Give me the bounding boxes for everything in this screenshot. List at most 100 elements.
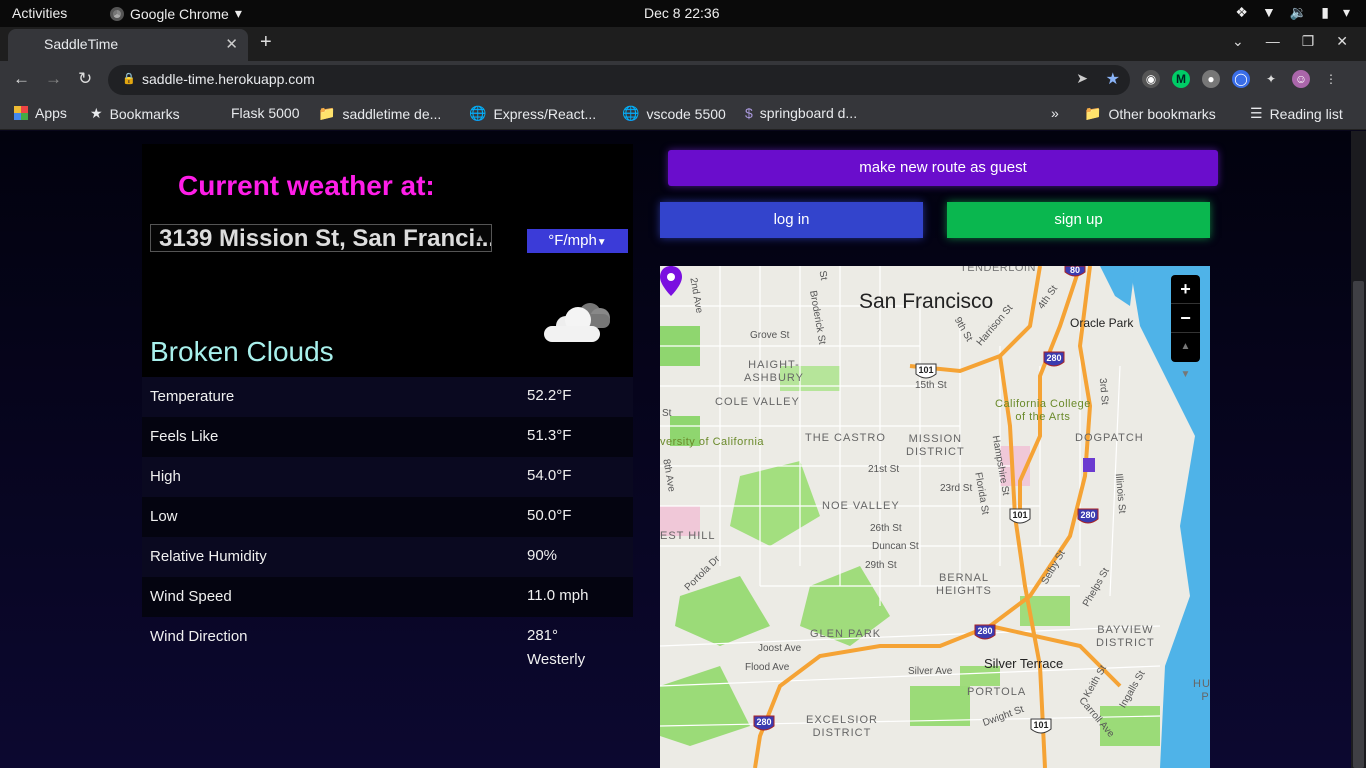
signup-button[interactable]: sign up bbox=[947, 202, 1210, 238]
street-label: 29th St bbox=[865, 560, 897, 571]
minimize-icon[interactable]: — bbox=[1266, 33, 1280, 50]
bookmark-label: Apps bbox=[35, 105, 67, 121]
table-row: High 54.0°F bbox=[142, 457, 633, 497]
bookmark-label: Flask 5000 bbox=[231, 105, 300, 121]
volume-icon[interactable]: 🔉 bbox=[1290, 4, 1307, 21]
location-value: 3139 Mission St, San Franci... bbox=[159, 225, 492, 252]
puzzle-icon[interactable]: ✦ bbox=[1262, 70, 1280, 88]
bookmark-springboard[interactable]: $ springboard d... bbox=[745, 105, 857, 121]
bookmark-apps[interactable]: Apps bbox=[14, 105, 67, 121]
bookmark-other[interactable]: 📁 Other bookmarks bbox=[1084, 105, 1216, 122]
maximize-icon[interactable]: ❐ bbox=[1302, 33, 1315, 50]
table-row: Relative Humidity 90% bbox=[142, 537, 633, 577]
page-scrollbar[interactable] bbox=[1351, 131, 1366, 768]
street-label: Flood Ave bbox=[745, 662, 790, 673]
bookmark-label: Bookmarks bbox=[109, 105, 180, 122]
profile-avatar[interactable]: ☺ bbox=[1292, 70, 1310, 88]
bookmark-saddletime-folder[interactable]: 📁 saddletime de... bbox=[318, 105, 441, 122]
units-value: °F/mph bbox=[548, 232, 597, 249]
map-label: MISSION DISTRICT bbox=[906, 433, 965, 458]
dropbox-icon[interactable]: ❖ bbox=[1235, 4, 1248, 21]
chrome-icon bbox=[110, 6, 124, 21]
map-label: BERNAL HEIGHTS bbox=[936, 572, 992, 597]
zoom-controls: + − ▲ ▼ bbox=[1171, 275, 1200, 380]
table-row: Temperature 52.2°F bbox=[142, 377, 633, 417]
wifi-icon[interactable]: ▼ bbox=[1262, 4, 1276, 21]
lock-icon[interactable]: 🔒 bbox=[122, 72, 136, 85]
send-tab-icon[interactable]: ➤ bbox=[1076, 70, 1088, 87]
bookmark-vscode[interactable]: 🌐 vscode 5500 bbox=[622, 105, 726, 122]
street-label: 15th St bbox=[915, 380, 947, 391]
units-select[interactable]: °F/mph▼ bbox=[527, 229, 628, 253]
extension-circle-icon[interactable]: ● bbox=[1202, 70, 1220, 88]
location-select[interactable]: 3139 Mission St, San Franci... ▲▼ bbox=[150, 224, 492, 252]
bookmark-star-icon[interactable]: ★ bbox=[1106, 69, 1120, 89]
bookmarks-overflow[interactable]: » bbox=[1051, 105, 1059, 121]
map-label: Silver Terrace bbox=[984, 656, 1064, 671]
reload-icon[interactable]: ↻ bbox=[78, 69, 92, 89]
activities-button[interactable]: Activities bbox=[12, 5, 67, 21]
system-tray[interactable]: ❖ ▼ 🔉 ▮ ▾ bbox=[1235, 4, 1350, 21]
svg-text:80: 80 bbox=[1070, 266, 1080, 275]
chevron-down-icon: ▾ bbox=[234, 5, 242, 21]
weather-condition: Broken Clouds bbox=[150, 336, 334, 367]
table-row: Wind Direction 281° Westerly bbox=[142, 617, 633, 677]
zoom-out-button[interactable]: − bbox=[1171, 304, 1200, 333]
location-pin-icon[interactable] bbox=[660, 266, 682, 296]
menu-kebab-icon[interactable]: ⋮ bbox=[1322, 70, 1340, 88]
springboard-icon: $ bbox=[745, 105, 753, 121]
bookmark-flask[interactable]: Flask 5000 bbox=[231, 105, 299, 121]
app-menu[interactable]: Google Chrome ▾ bbox=[110, 5, 242, 22]
map-label: versity of California bbox=[660, 436, 765, 448]
compass-icon[interactable]: ▲ ▼ bbox=[1171, 333, 1200, 380]
window-controls: ⌄ — ❐ ✕ bbox=[1232, 33, 1348, 50]
zoom-in-button[interactable]: + bbox=[1171, 275, 1200, 304]
bookmarks-bar: Apps ★ Bookmarks Flask 5000 📁 saddletime… bbox=[0, 98, 1366, 130]
battery-icon[interactable]: ▮ bbox=[1321, 4, 1329, 21]
extension-m-icon[interactable]: M bbox=[1172, 70, 1190, 88]
chevron-down-icon: ▼ bbox=[596, 237, 607, 248]
clock[interactable]: Dec 8 22:36 bbox=[644, 5, 720, 21]
svg-text:101: 101 bbox=[918, 365, 933, 375]
apps-grid-icon bbox=[14, 106, 28, 120]
map-label: COLE VALLEY bbox=[715, 396, 800, 408]
row-label: Feels Like bbox=[150, 428, 219, 445]
bookmark-express-react[interactable]: 🌐 Express/React... bbox=[469, 105, 596, 122]
map-label: California College of the Arts bbox=[995, 398, 1091, 423]
bookmark-label: saddletime de... bbox=[342, 105, 442, 122]
svg-text:280: 280 bbox=[1046, 353, 1061, 363]
url-text[interactable]: saddle-time.herokuapp.com bbox=[142, 71, 315, 87]
reading-list-label: Reading list bbox=[1269, 105, 1343, 122]
close-window-icon[interactable]: ✕ bbox=[1336, 33, 1348, 50]
folder-icon: 📁 bbox=[1084, 105, 1102, 121]
guest-route-button[interactable]: make new route as guest bbox=[668, 150, 1218, 186]
app-name: Google Chrome bbox=[130, 5, 229, 22]
new-tab-button[interactable]: + bbox=[260, 31, 272, 54]
reading-list[interactable]: ☰ Reading list bbox=[1250, 105, 1343, 122]
bookmark-label: springboard d... bbox=[759, 105, 858, 121]
tab-saddletime[interactable]: SaddleTime ✕ bbox=[8, 29, 248, 61]
forward-icon[interactable]: → bbox=[45, 69, 62, 89]
extension-glasses-icon[interactable]: ◉ bbox=[1142, 70, 1160, 88]
map-label: DOGPATCH bbox=[1075, 432, 1144, 444]
close-tab-icon[interactable]: ✕ bbox=[225, 35, 238, 53]
row-label: Temperature bbox=[150, 388, 235, 405]
tab-search-icon[interactable]: ⌄ bbox=[1232, 33, 1244, 50]
login-button[interactable]: log in bbox=[660, 202, 923, 238]
reading-list-icon: ☰ bbox=[1250, 105, 1263, 121]
street-label: Duncan St bbox=[872, 541, 919, 552]
chevron-down-icon[interactable]: ▾ bbox=[1343, 4, 1350, 21]
street-label: St bbox=[816, 269, 829, 282]
address-bar[interactable]: 🔒 saddle-time.herokuapp.com ➤ ★ bbox=[108, 65, 1130, 95]
back-icon[interactable]: ← bbox=[13, 69, 30, 89]
route-map[interactable]: 101 280 101 280 280 280 101 80 TENDERLOI… bbox=[660, 266, 1210, 768]
extension-blue-icon[interactable]: ◯ bbox=[1232, 70, 1250, 88]
map-label: BAYVIEW DISTRICT bbox=[1096, 624, 1155, 649]
row-label: Low bbox=[150, 508, 178, 525]
wind-direction-text: Westerly bbox=[527, 651, 586, 668]
bookmark-bookmarks[interactable]: ★ Bookmarks bbox=[90, 105, 180, 122]
globe-icon: 🌐 bbox=[469, 105, 487, 121]
scrollbar-thumb[interactable] bbox=[1353, 281, 1364, 768]
street-label: 23rd St bbox=[940, 483, 973, 494]
map-label: THE CASTRO bbox=[805, 432, 886, 444]
